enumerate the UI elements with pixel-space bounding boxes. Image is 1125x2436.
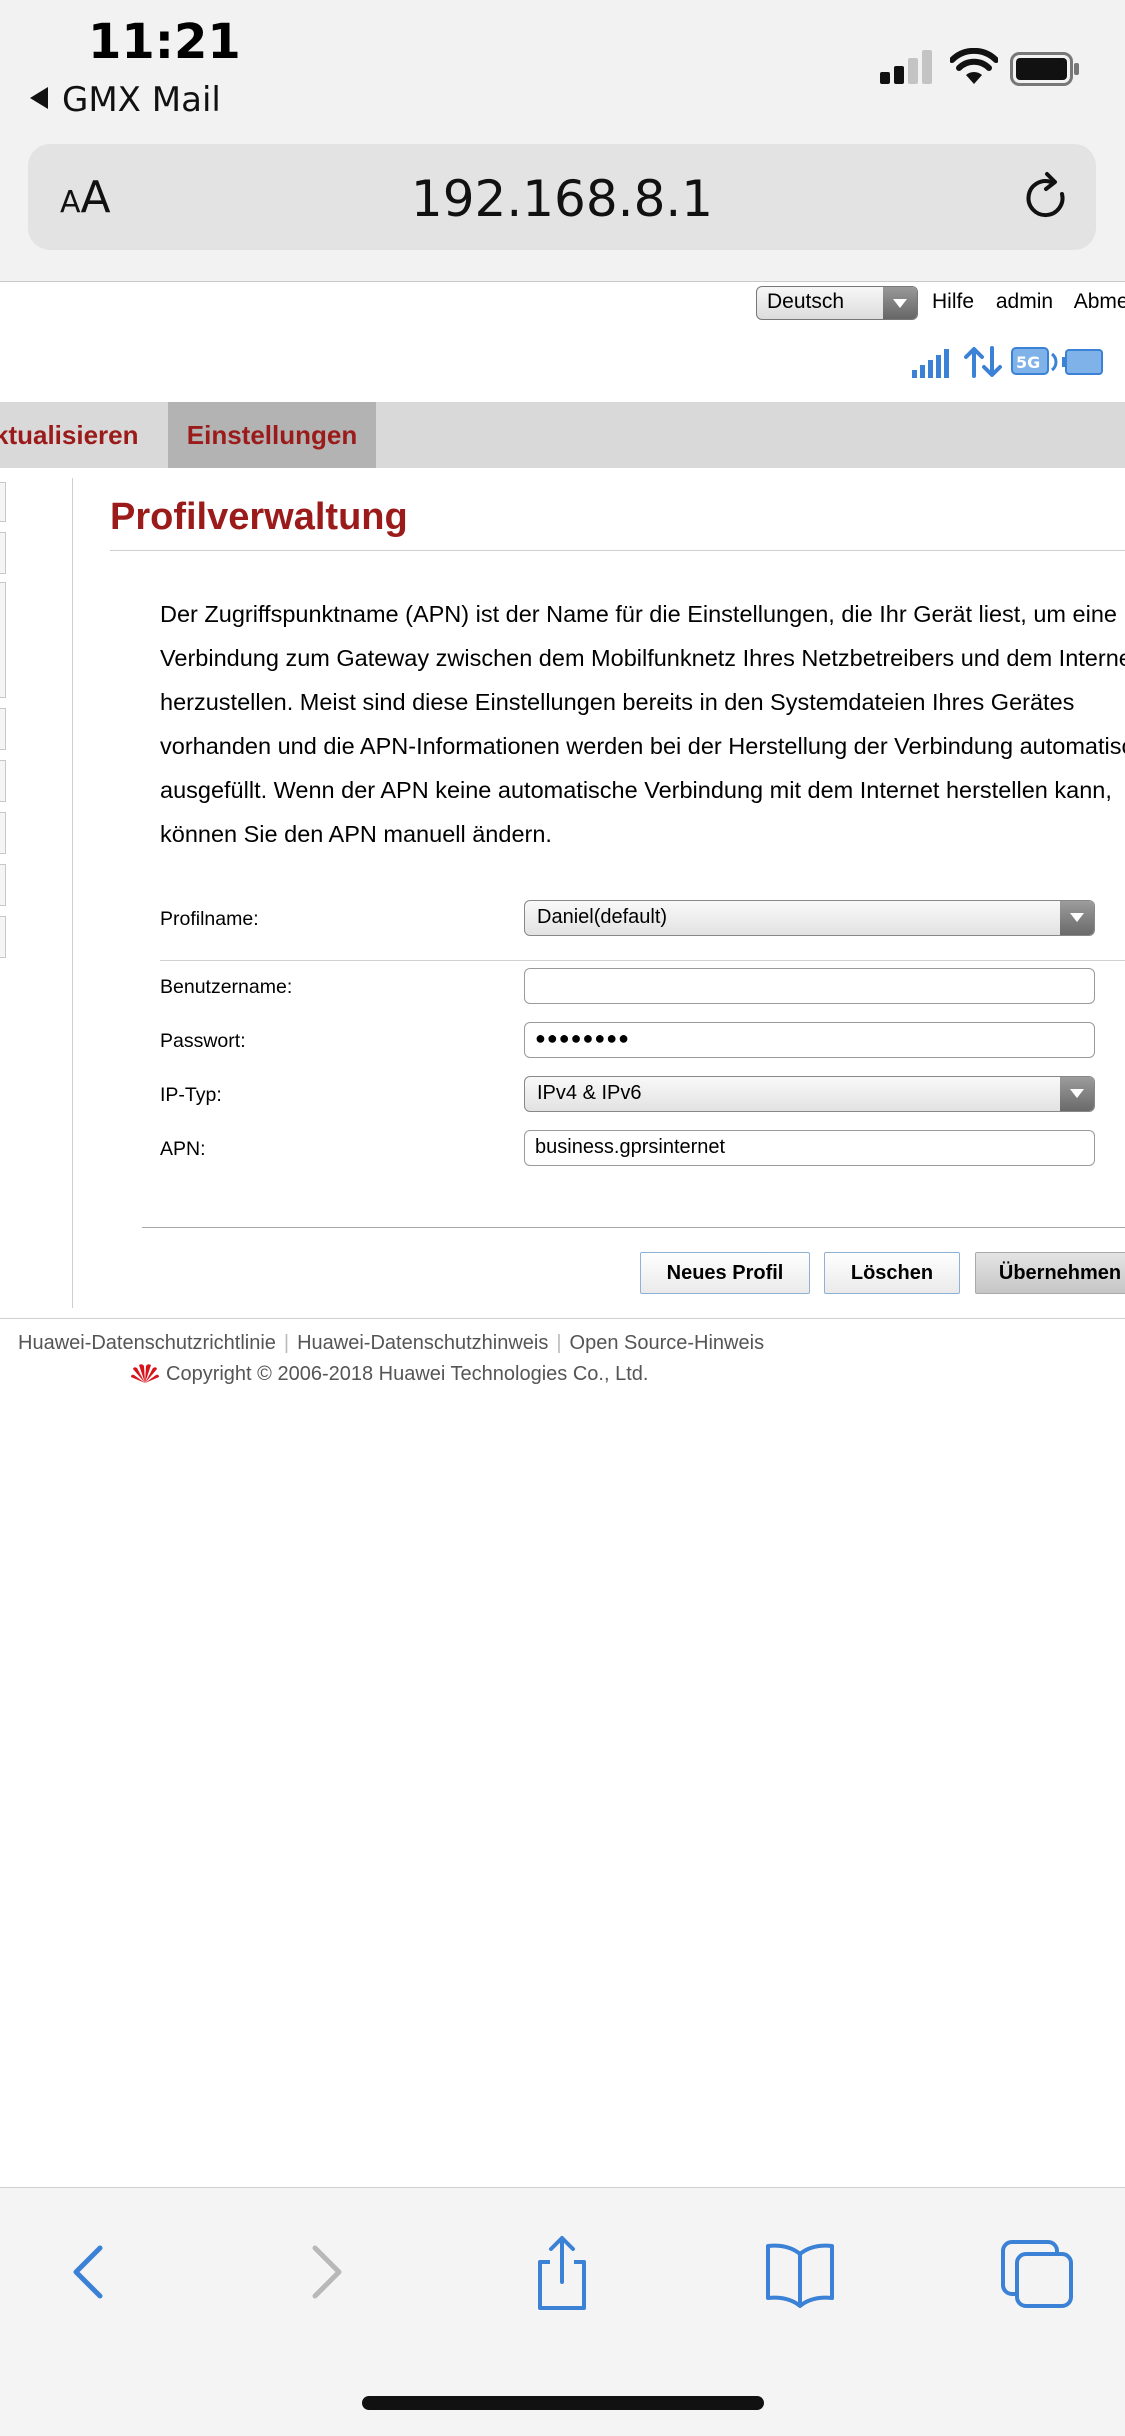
home-indicator bbox=[362, 2396, 764, 2410]
menu-item-settings[interactable]: Einstellungen bbox=[168, 402, 376, 468]
back-triangle-icon bbox=[30, 87, 48, 109]
chevron-down-icon bbox=[1060, 1077, 1094, 1111]
5g-icon: 5G bbox=[1011, 347, 1058, 375]
url-text: 192.168.8.1 bbox=[410, 170, 714, 228]
profile-name-select[interactable]: Daniel(default) bbox=[524, 900, 1095, 936]
apn-description: Der Zugriffspunktname (APN) ist der Name… bbox=[160, 601, 1125, 847]
bookmarks-icon[interactable] bbox=[760, 2232, 840, 2312]
username-label: Benutzername: bbox=[160, 976, 293, 998]
forward-chevron-icon bbox=[312, 2245, 342, 2299]
sidebar-item[interactable] bbox=[0, 532, 6, 574]
language-value: Deutsch bbox=[767, 290, 845, 313]
router-battery-icon bbox=[1062, 349, 1103, 375]
form-divider bbox=[160, 960, 1125, 961]
apply-button[interactable]: Übernehmen bbox=[975, 1252, 1125, 1294]
logout-link[interactable]: Abmeldung bbox=[1074, 290, 1125, 313]
status-bar: 11:21 GMX Mail bbox=[0, 0, 1125, 140]
profile-name-label: Profilname: bbox=[160, 908, 259, 930]
page-title: Profilverwaltung bbox=[110, 496, 408, 538]
share-icon[interactable] bbox=[522, 2232, 602, 2312]
sidebar-item[interactable] bbox=[0, 760, 6, 802]
footer-links: Huawei-Datenschutzrichtlinie | Huawei-Date… bbox=[18, 1332, 765, 1354]
tabs-icon[interactable] bbox=[995, 2232, 1075, 2312]
chevron-down-icon bbox=[1060, 901, 1094, 935]
copyright-text: Copyright © 2006-2018 Huawei Technologie… bbox=[166, 1363, 649, 1385]
content-divider bbox=[72, 478, 73, 1308]
chevron-down-icon bbox=[883, 287, 917, 319]
signal-strength-icon bbox=[912, 349, 949, 378]
password-field[interactable]: ●●●●●●●● bbox=[524, 1022, 1095, 1058]
svg-text:5G: 5G bbox=[1016, 353, 1040, 372]
ip-type-select[interactable]: IPv4 & IPv6 bbox=[524, 1076, 1095, 1112]
back-to-app-link[interactable]: GMX Mail bbox=[30, 80, 221, 120]
status-time: 11:21 bbox=[88, 14, 241, 70]
wifi-icon bbox=[950, 48, 998, 84]
privacy-policy-link[interactable]: Huawei-Datenschutzrichtlinie bbox=[18, 1332, 276, 1354]
copyright: Copyright © 2006-2018 Huawei Technologie… bbox=[130, 1362, 648, 1386]
address-bar[interactable]: AA 192.168.8.1 bbox=[28, 144, 1096, 250]
apn-label: APN: bbox=[160, 1138, 206, 1160]
device-status-icons: 5G bbox=[912, 346, 1103, 378]
router-page: Deutsch Hilfe admin Abmeldung 5G ktualis… bbox=[0, 282, 1125, 2187]
help-link[interactable]: Hilfe bbox=[932, 290, 974, 313]
sidebar-item[interactable] bbox=[0, 482, 6, 522]
sidebar-item[interactable] bbox=[0, 864, 6, 906]
cellular-signal-icon bbox=[880, 50, 936, 84]
data-transfer-icon bbox=[964, 346, 1002, 378]
sidebar-item[interactable] bbox=[0, 916, 6, 958]
sidebar-item[interactable] bbox=[0, 812, 6, 854]
battery-icon bbox=[1010, 52, 1079, 86]
sidebar-item[interactable] bbox=[0, 582, 6, 698]
profile-name-value: Daniel(default) bbox=[537, 906, 668, 928]
top-links: Hilfe admin Abmeldung bbox=[932, 290, 1125, 314]
back-chevron-icon[interactable] bbox=[50, 2232, 130, 2312]
open-source-link[interactable]: Open Source-Hinweis bbox=[570, 1332, 765, 1354]
password-label: Passwort: bbox=[160, 1030, 246, 1052]
menu-item-update[interactable]: ktualisieren bbox=[0, 402, 139, 468]
back-app-label: GMX Mail bbox=[62, 80, 221, 120]
sidebar-item[interactable] bbox=[0, 708, 6, 750]
language-select[interactable]: Deutsch bbox=[756, 286, 918, 320]
footer-divider bbox=[0, 1318, 1125, 1319]
ip-type-value: IPv4 & IPv6 bbox=[537, 1082, 642, 1104]
privacy-notice-link[interactable]: Huawei-Datenschutzhinweis bbox=[297, 1332, 548, 1354]
user-name: admin bbox=[995, 290, 1054, 313]
main-menu: ktualisieren Einstellungen bbox=[0, 402, 1125, 468]
apn-field[interactable]: business.gprsinternet bbox=[524, 1130, 1095, 1166]
title-divider bbox=[110, 550, 1125, 551]
reload-icon[interactable] bbox=[1018, 170, 1074, 226]
safari-address-area: AA 192.168.8.1 bbox=[0, 140, 1125, 282]
huawei-logo-icon bbox=[131, 1364, 159, 1383]
new-profile-button[interactable]: Neues Profil bbox=[640, 1252, 810, 1294]
delete-button[interactable]: Löschen bbox=[824, 1252, 960, 1294]
ip-type-label: IP-Typ: bbox=[160, 1084, 222, 1106]
button-divider bbox=[142, 1227, 1125, 1228]
username-field[interactable] bbox=[524, 968, 1095, 1004]
